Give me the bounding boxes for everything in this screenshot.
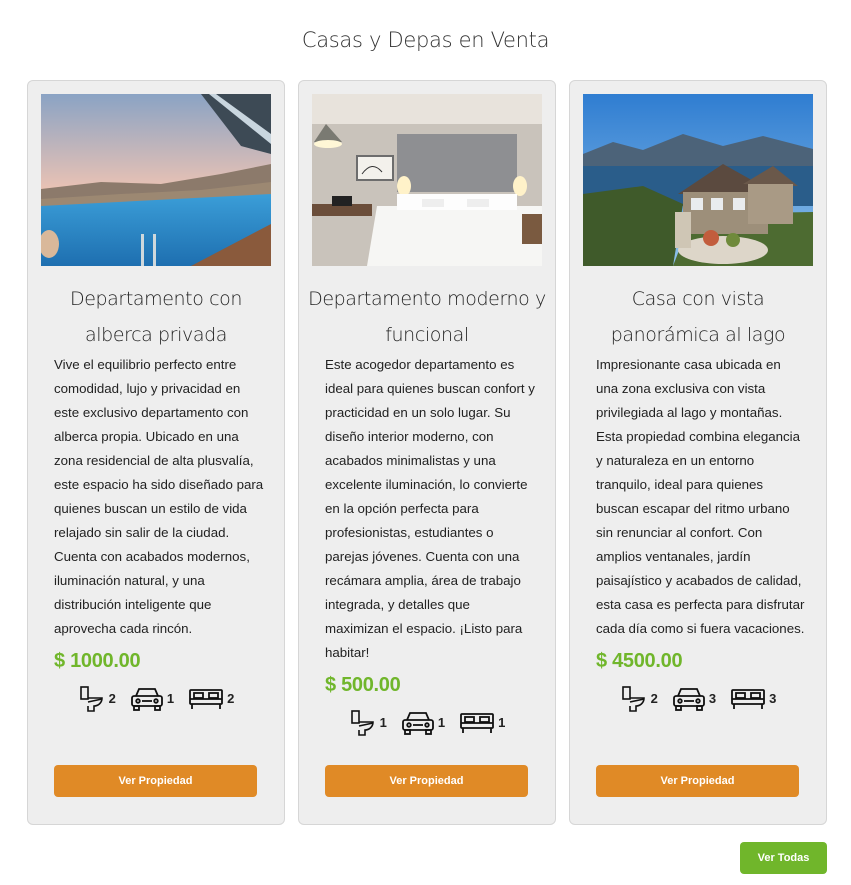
toilet-icon: [350, 710, 374, 736]
property-photo-pool[interactable]: [41, 94, 271, 266]
bathrooms-count: 2: [108, 691, 116, 706]
bathrooms: 1: [349, 709, 387, 737]
bed-icon: [731, 689, 766, 709]
parking-count: 3: [708, 691, 717, 706]
car-icon: [130, 688, 163, 711]
property-photo-bedroom[interactable]: [312, 94, 542, 266]
property-description: Este acogedor departamento es ideal para…: [325, 357, 535, 660]
bathrooms-count: 1: [379, 715, 387, 730]
property-title: Departamento moderno y funcional: [308, 288, 546, 346]
view-property-button[interactable]: Ver Propiedad: [596, 765, 799, 797]
property-details: Vive el equilibrio perfecto entre comodi…: [54, 353, 264, 713]
bedrooms: 1: [459, 709, 505, 737]
property-photo-lake-house[interactable]: [583, 94, 813, 266]
bathrooms: 2: [78, 685, 116, 713]
property-card: Casa con vista panorámica al lago Impres…: [569, 80, 827, 825]
property-details: Este acogedor departamento es ideal para…: [325, 353, 535, 737]
property-price: $ 500.00: [325, 674, 401, 696]
view-property-button[interactable]: Ver Propiedad: [54, 765, 257, 797]
property-card: Departamento moderno y funcional Este ac…: [298, 80, 556, 825]
bedrooms-count: 1: [498, 715, 506, 730]
view-all-button[interactable]: Ver Todas: [740, 842, 827, 874]
property-title: Casa con vista panorámica al lago: [610, 288, 786, 346]
amenities-row: 2 3 3: [590, 685, 806, 713]
property-price: $ 1000.00: [54, 650, 141, 672]
bedrooms: 2: [188, 685, 234, 713]
bedrooms-count: 2: [227, 691, 235, 706]
amenities-row: 2 1 2: [48, 685, 264, 713]
property-title: Departamento con alberca privada: [70, 288, 242, 346]
property-price: $ 4500.00: [596, 650, 683, 672]
toilet-icon: [79, 686, 103, 712]
bathrooms: 2: [620, 685, 658, 713]
parking: 1: [130, 685, 174, 713]
bed-icon: [189, 689, 224, 709]
parking-count: 1: [437, 715, 446, 730]
parking: 1: [401, 709, 445, 737]
property-card: Departamento con alberca privada Vive el…: [27, 80, 285, 825]
bed-icon: [460, 713, 495, 733]
bathrooms-count: 2: [650, 691, 658, 706]
amenities-row: 1 1 1: [319, 709, 535, 737]
view-property-button[interactable]: Ver Propiedad: [325, 765, 528, 797]
property-description: Vive el equilibrio perfecto entre comodi…: [54, 357, 264, 636]
toilet-icon: [621, 686, 645, 712]
property-details: Impresionante casa ubicada en una zona e…: [596, 353, 806, 713]
parking: 3: [672, 685, 716, 713]
car-icon: [401, 712, 434, 735]
bedrooms: 3: [730, 685, 776, 713]
parking-count: 1: [166, 691, 175, 706]
property-description: Impresionante casa ubicada en una zona e…: [596, 357, 805, 636]
page-title: Casas y Depas en Venta: [301, 28, 550, 52]
bedrooms-count: 3: [769, 691, 777, 706]
car-icon: [672, 688, 705, 711]
